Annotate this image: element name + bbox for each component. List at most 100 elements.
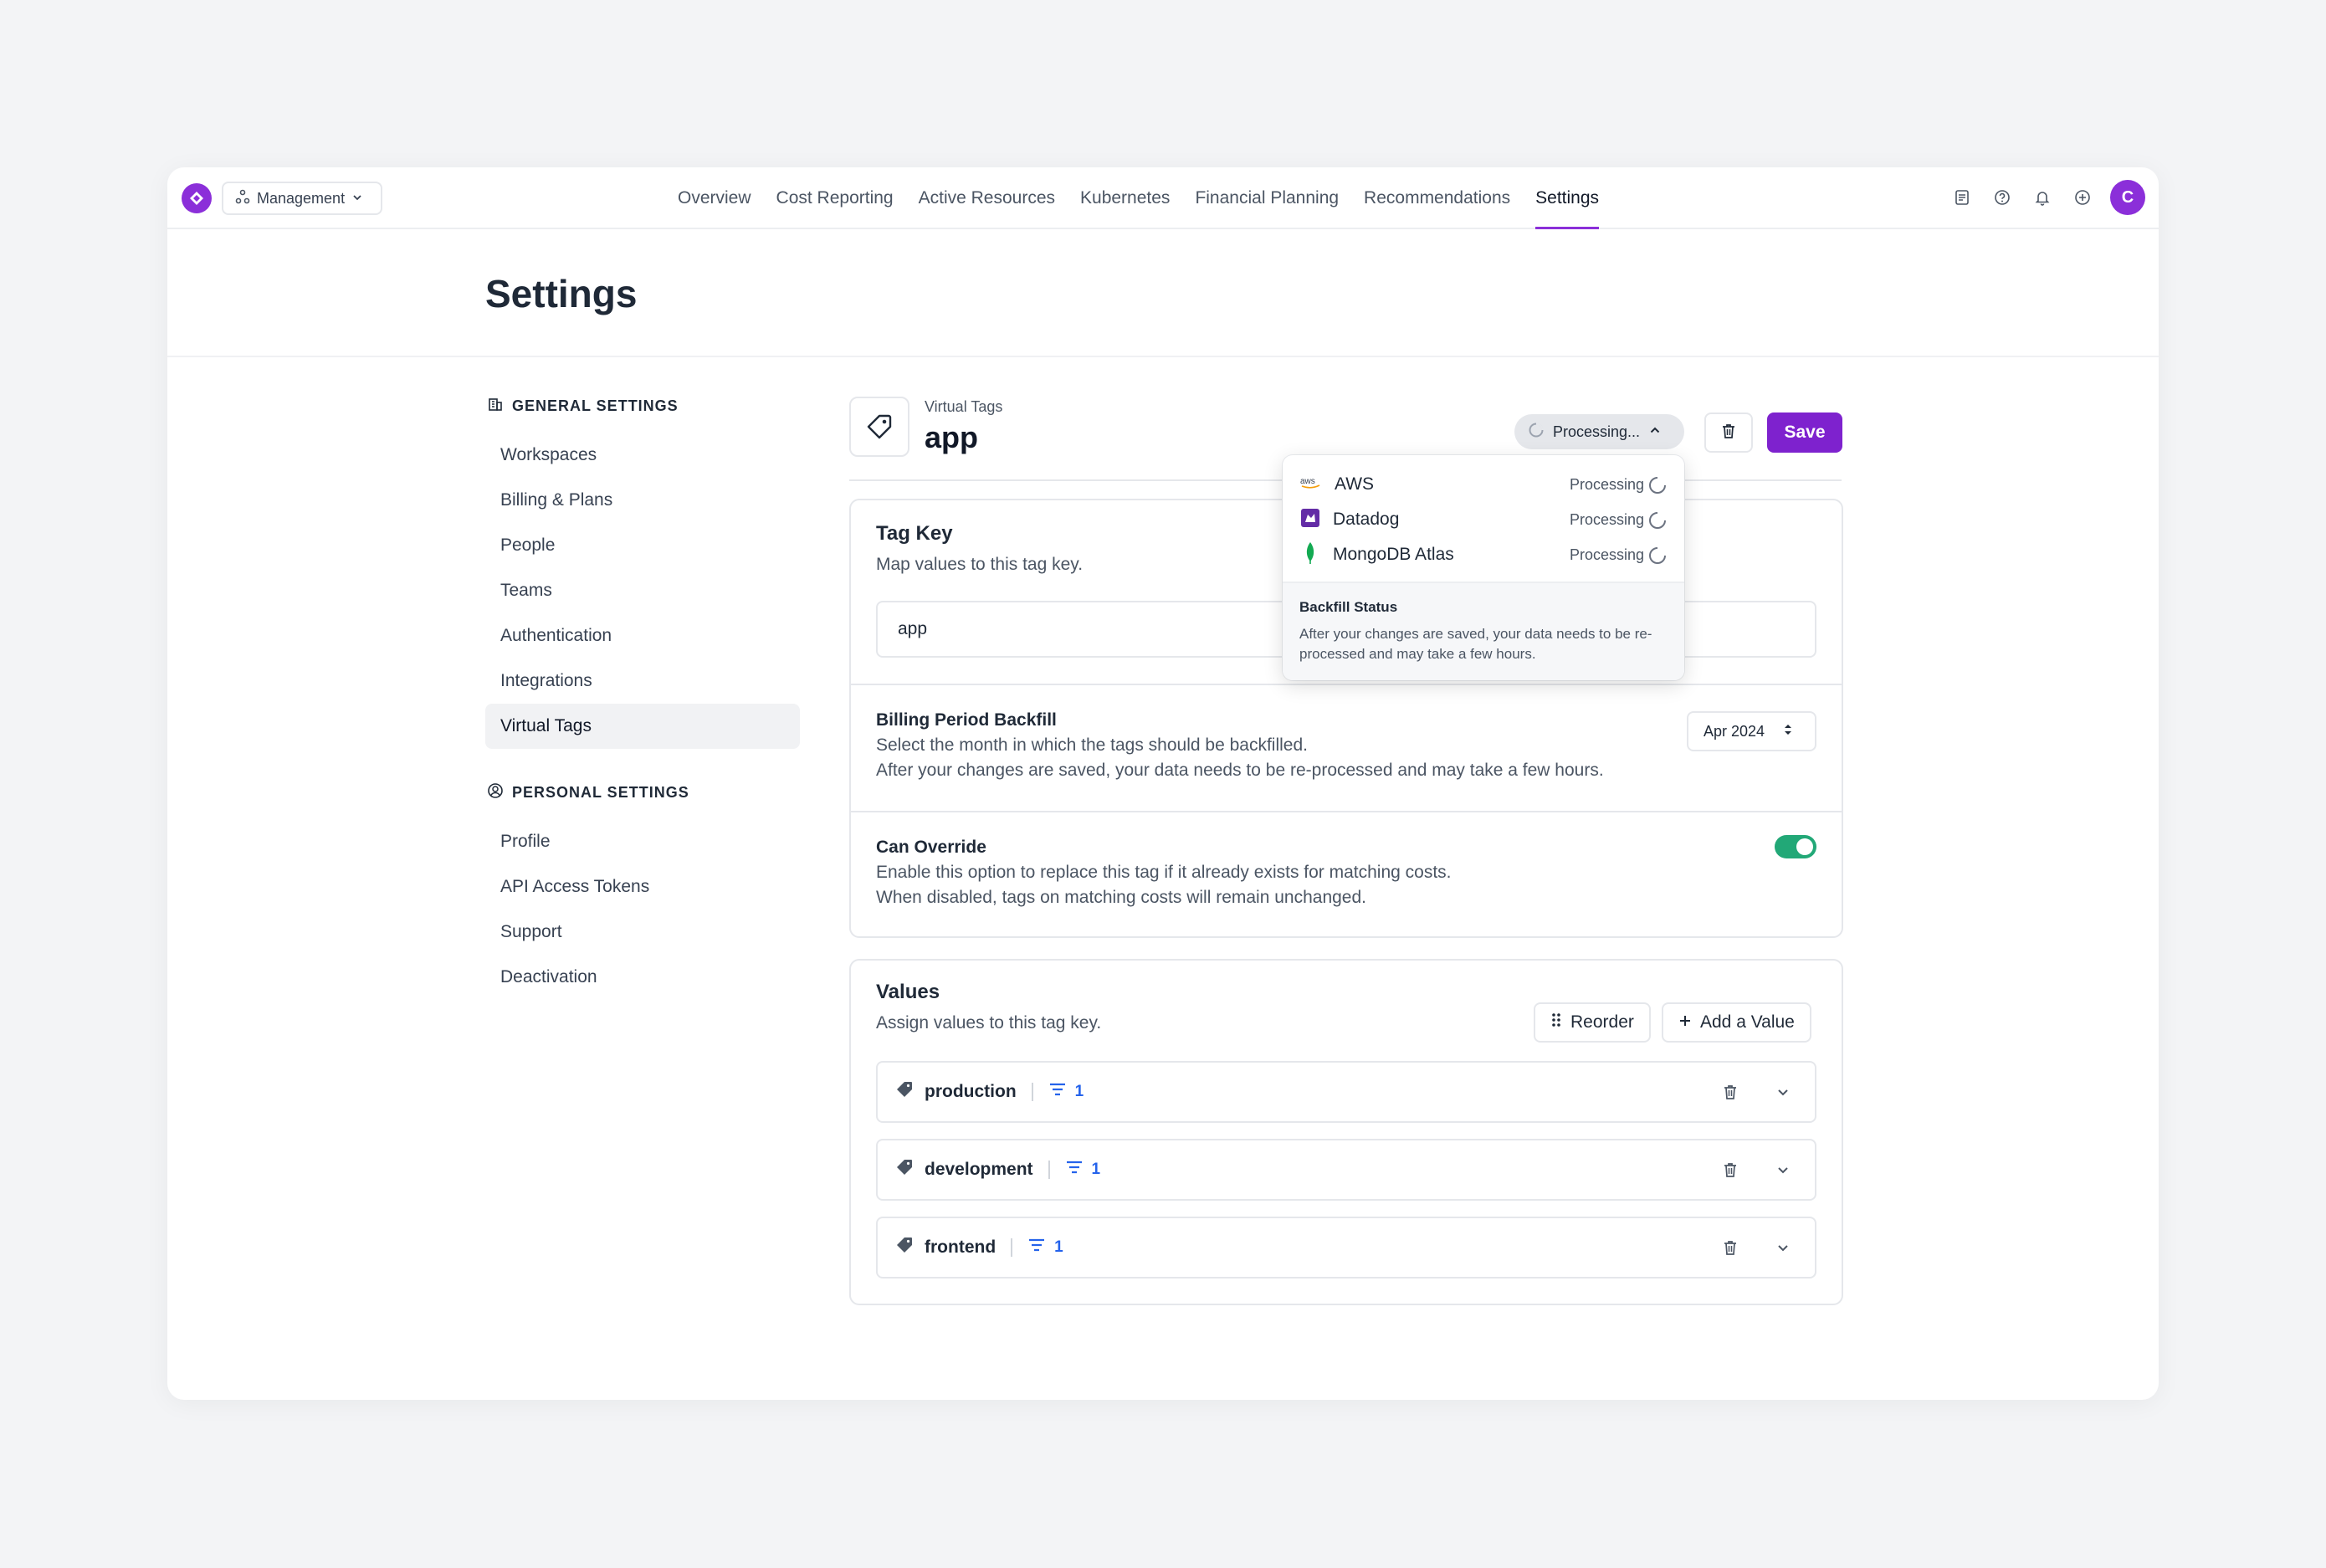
filter-icon <box>1048 1082 1067 1102</box>
sidebar-item-workspaces[interactable]: Workspaces <box>485 433 800 478</box>
divider <box>1048 1161 1050 1179</box>
breadcrumb[interactable]: Virtual Tags <box>925 398 1002 416</box>
backfill-title: Billing Period Backfill <box>876 710 1057 730</box>
delete-tag-button[interactable] <box>1704 412 1753 453</box>
sort-arrows-icon <box>1783 723 1793 740</box>
filter-count[interactable]: 1 <box>1075 1083 1084 1101</box>
virtual-tag-name: app <box>925 420 979 454</box>
values-title: Values <box>876 981 940 1003</box>
trash-icon[interactable] <box>1721 1083 1739 1106</box>
override-section: Can Override Enable this option to repla… <box>851 835 1842 910</box>
avatar[interactable]: C <box>2110 180 2145 215</box>
sidebar-item-integrations[interactable]: Integrations <box>485 658 800 704</box>
tab-kubernetes[interactable]: Kubernetes <box>1080 167 1170 229</box>
backfill-status-footer: Backfill Status After your changes are s… <box>1283 582 1684 680</box>
provider-row-aws[interactable]: aws AWS Processing <box>1283 467 1684 502</box>
help-icon[interactable] <box>1990 185 2015 210</box>
sidebar-item-support[interactable]: Support <box>485 910 800 955</box>
tag-icon <box>894 1079 915 1104</box>
app-window: Management Overview Cost Reporting Activ… <box>167 167 2159 1400</box>
provider-status: Processing <box>1569 510 1644 528</box>
workspace-label: Management <box>257 189 346 207</box>
spinner-icon <box>1528 422 1545 443</box>
provider-name: Datadog <box>1333 510 1400 529</box>
filter-icon <box>1027 1237 1046 1258</box>
override-description-2: When disabled, tags on matching costs wi… <box>876 888 1366 907</box>
chevron-down-icon[interactable] <box>1775 1161 1791 1183</box>
value-row[interactable]: development 1 <box>876 1139 1816 1201</box>
bell-icon[interactable] <box>2030 185 2055 210</box>
sidebar-item-virtual-tags[interactable]: Virtual Tags <box>485 704 800 749</box>
spinner-icon <box>1647 510 1668 535</box>
provider-status: Processing <box>1569 475 1644 493</box>
drag-handle-icon <box>1550 1012 1562 1033</box>
tag-icon <box>894 1157 915 1182</box>
backfill-description-1: Select the month in which the tags shoul… <box>876 735 1308 755</box>
backfill-month-select[interactable]: Apr 2024 <box>1687 711 1816 751</box>
nav-tabs: Overview Cost Reporting Active Resources… <box>678 167 1624 229</box>
override-description-1: Enable this option to replace this tag i… <box>876 863 1452 882</box>
value-row[interactable]: frontend 1 <box>876 1217 1816 1278</box>
divider <box>1011 1238 1013 1257</box>
tab-active-resources[interactable]: Active Resources <box>919 167 1055 229</box>
backfill-description-2: After your changes are saved, your data … <box>876 761 1604 780</box>
divider <box>851 684 1842 685</box>
logo-icon[interactable] <box>182 183 212 213</box>
divider <box>851 811 1842 812</box>
provider-name: AWS <box>1335 474 1375 494</box>
trash-icon[interactable] <box>1721 1238 1739 1262</box>
row-actions <box>1721 1238 1791 1262</box>
processing-dropdown: aws AWS Processing Datadog Processing Mo… <box>1283 455 1684 680</box>
row-actions <box>1721 1161 1791 1184</box>
chevron-down-icon[interactable] <box>1775 1084 1791 1105</box>
workspace-select[interactable]: Management <box>222 182 382 215</box>
filter-count[interactable]: 1 <box>1092 1161 1101 1179</box>
plus-icon <box>1678 1012 1692 1033</box>
value-label: development <box>925 1160 1033 1179</box>
tab-overview[interactable]: Overview <box>678 167 751 229</box>
sidebar-item-people[interactable]: People <box>485 523 800 568</box>
svg-text:aws: aws <box>1300 477 1315 486</box>
tab-settings[interactable]: Settings <box>1535 167 1599 229</box>
tab-cost-reporting[interactable]: Cost Reporting <box>776 167 894 229</box>
provider-name: MongoDB Atlas <box>1333 545 1454 564</box>
nav-icons: C <box>1949 180 2145 215</box>
aws-icon: aws <box>1299 475 1323 494</box>
general-settings-label: GENERAL SETTINGS <box>487 393 800 418</box>
add-value-button[interactable]: Add a Value <box>1662 1002 1811 1043</box>
personal-settings-label: PERSONAL SETTINGS <box>487 780 800 805</box>
sidebar-item-authentication[interactable]: Authentication <box>485 613 800 658</box>
tab-recommendations[interactable]: Recommendations <box>1364 167 1510 229</box>
filter-count[interactable]: 1 <box>1054 1238 1063 1257</box>
tab-financial-planning[interactable]: Financial Planning <box>1195 167 1339 229</box>
building-icon <box>487 396 504 417</box>
processing-label: Processing... <box>1553 423 1641 440</box>
tag-icon <box>894 1235 915 1260</box>
row-actions <box>1721 1083 1791 1106</box>
trash-icon <box>1719 422 1738 444</box>
sidebar-item-api-access-tokens[interactable]: API Access Tokens <box>485 864 800 910</box>
sidebar-item-deactivation[interactable]: Deactivation <box>485 955 800 1000</box>
filter-icon <box>1065 1160 1084 1180</box>
sidebar-item-teams[interactable]: Teams <box>485 568 800 613</box>
docs-icon[interactable] <box>1949 185 1975 210</box>
provider-row-mongodb[interactable]: MongoDB Atlas Processing <box>1283 537 1684 572</box>
can-override-toggle[interactable] <box>1775 835 1816 858</box>
plus-circle-icon[interactable] <box>2070 185 2095 210</box>
backfill-status-title: Backfill Status <box>1299 599 1398 615</box>
value-row[interactable]: production 1 <box>876 1061 1816 1123</box>
save-button[interactable]: Save <box>1767 412 1842 453</box>
chevron-down-icon[interactable] <box>1775 1239 1791 1261</box>
mongodb-icon <box>1299 541 1321 569</box>
divider <box>1031 1083 1033 1101</box>
provider-row-datadog[interactable]: Datadog Processing <box>1283 502 1684 537</box>
sidebar-item-billing-plans[interactable]: Billing & Plans <box>485 478 800 523</box>
page-title: Settings <box>485 272 638 315</box>
processing-status-button[interactable]: Processing... <box>1514 414 1684 449</box>
settings-sidebar: GENERAL SETTINGS Workspaces Billing & Pl… <box>485 393 800 1000</box>
tag-icon <box>849 397 909 457</box>
sidebar-item-profile[interactable]: Profile <box>485 819 800 864</box>
values-card: Values Assign values to this tag key. Re… <box>849 959 1843 1305</box>
reorder-button[interactable]: Reorder <box>1534 1002 1651 1043</box>
trash-icon[interactable] <box>1721 1161 1739 1184</box>
